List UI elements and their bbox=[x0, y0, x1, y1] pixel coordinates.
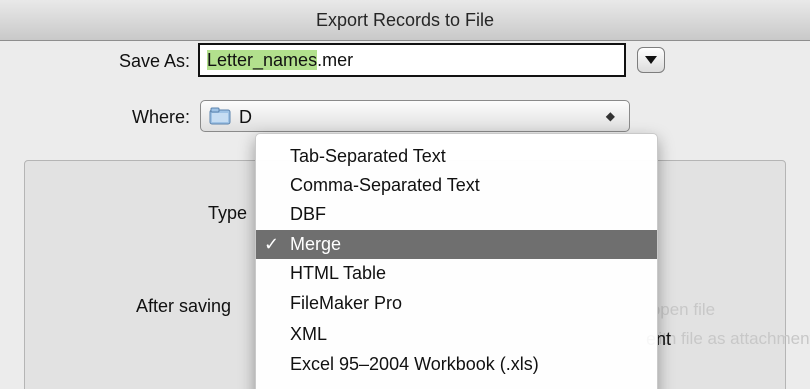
dialog-title-bar: Export Records to File bbox=[0, 0, 810, 41]
checkmark-icon: ✓ bbox=[264, 234, 280, 254]
menu-item-label: DBF bbox=[290, 204, 326, 224]
filename-selected-text: Letter_names bbox=[207, 50, 318, 70]
filename-input[interactable]: Letter_names.mer bbox=[198, 43, 626, 77]
menu-item-label: Merge bbox=[290, 234, 342, 254]
menu-item-filemaker-pro[interactable]: FileMaker Pro bbox=[256, 289, 657, 318]
chevron-down-icon bbox=[645, 56, 657, 64]
dialog-title: Export Records to File bbox=[315, 10, 495, 30]
menu-item-comma-separated[interactable]: Comma-Separated Text bbox=[256, 171, 657, 200]
menu-item-dbf[interactable]: DBF bbox=[256, 200, 657, 229]
menu-item-label: Comma-Separated Text bbox=[290, 175, 480, 195]
menu-item-label: XML bbox=[290, 324, 328, 344]
folder-icon bbox=[209, 107, 231, 130]
menu-item-xml[interactable]: XML bbox=[256, 320, 657, 349]
where-value: D bbox=[239, 107, 252, 127]
menu-item-label: Excel 95–2004 Workbook (.xls) bbox=[290, 354, 539, 374]
save-as-label: Save As: bbox=[118, 51, 190, 71]
expand-browser-button[interactable] bbox=[637, 47, 665, 73]
where-label: Where: bbox=[131, 107, 190, 127]
export-dialog: Export Records to File Save As: Letter_n… bbox=[0, 0, 810, 389]
file-type-menu: Tab-Separated Text Comma-Separated Text … bbox=[255, 133, 658, 389]
menu-item-html-table[interactable]: HTML Table bbox=[256, 259, 657, 288]
menu-item-label: HTML Table bbox=[290, 263, 387, 283]
filename-extension: .mer bbox=[317, 50, 354, 70]
menu-item-label: Tab-Separated Text bbox=[290, 146, 446, 166]
where-location-popup[interactable]: D ◆ bbox=[200, 100, 630, 132]
menu-item-merge[interactable]: ✓ Merge bbox=[256, 230, 657, 259]
type-label: Type bbox=[208, 203, 248, 223]
after-saving-label: After saving bbox=[136, 296, 232, 316]
updown-chevron-icon: ◆ bbox=[605, 109, 615, 123]
menu-item-excel-workbook[interactable]: Excel 95–2004 Workbook (.xls) bbox=[256, 350, 657, 379]
menu-item-tab-separated[interactable]: Tab-Separated Text bbox=[256, 142, 657, 171]
menu-item-label: FileMaker Pro bbox=[290, 293, 403, 313]
